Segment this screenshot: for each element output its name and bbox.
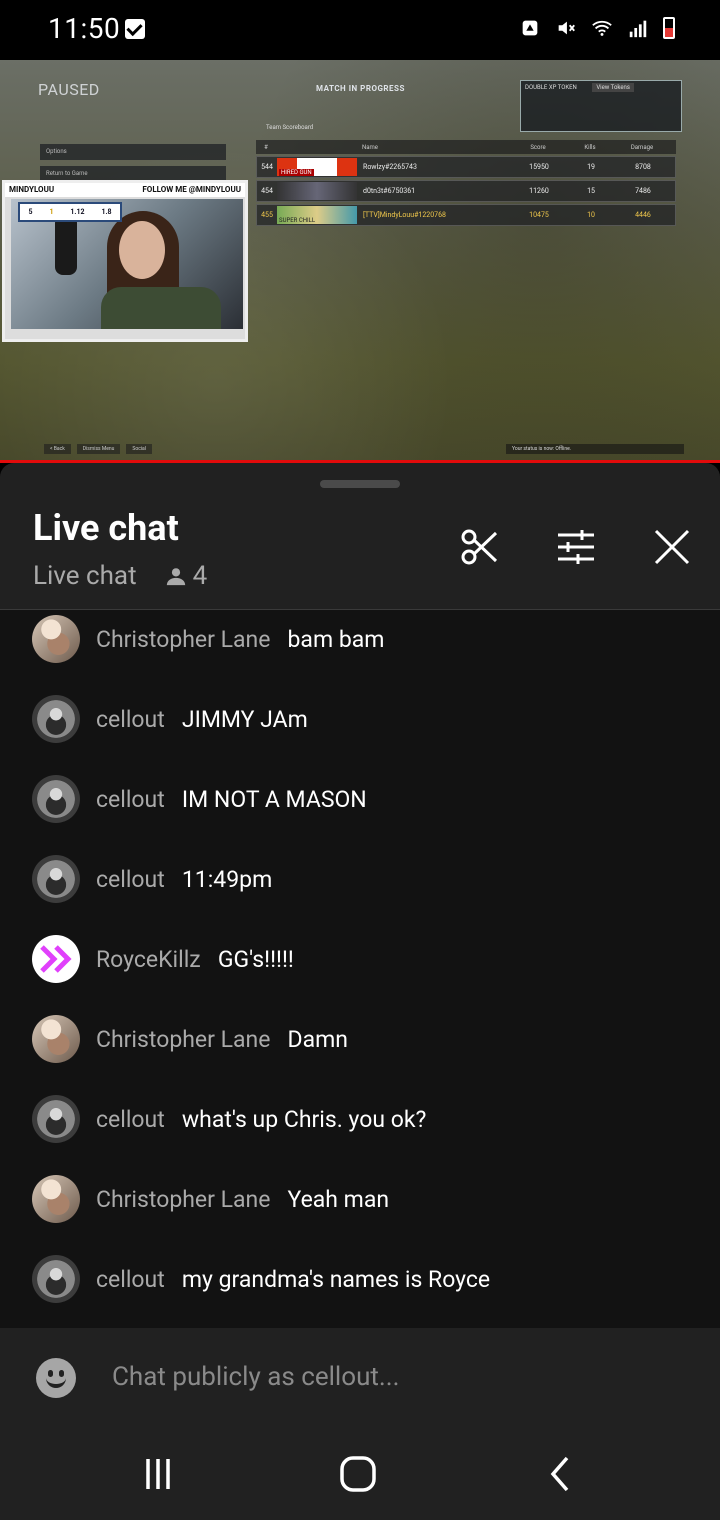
player-banner: SUPER CHILL <box>277 206 357 224</box>
chat-message[interactable]: cellout my grandma's names is Royce <box>0 1255 720 1303</box>
avatar[interactable] <box>32 935 80 983</box>
close-icon <box>654 529 690 565</box>
chat-input-bar: Chat publicly as cellout... <box>0 1328 720 1428</box>
chat-input[interactable]: Chat publicly as cellout... <box>112 1362 400 1392</box>
message-text: IM NOT A MASON <box>181 785 367 813</box>
message-text: GG's!!!!! <box>217 945 294 973</box>
offline-message: Your status is now: Offline. <box>506 444 684 454</box>
message-author[interactable]: cellout what's up Chris. you ok? <box>96 1106 426 1133</box>
paused-label: PAUSED <box>38 80 100 99</box>
viewer-count: 4 <box>192 561 208 591</box>
webcam-stats: 5 1 1.12 1.8 <box>18 202 122 222</box>
message-text: my grandma's names is Royce <box>181 1265 491 1293</box>
chat-message[interactable]: cellout what's up Chris. you ok? <box>0 1095 720 1143</box>
microphone-icon <box>55 215 77 275</box>
message-text: 11:49pm <box>181 865 273 893</box>
player-banner <box>277 182 357 200</box>
message-author[interactable]: RoyceKillz GG's!!!!! <box>96 946 294 973</box>
chat-message-list[interactable]: Christopher Lane bam bam cellout JIMMY J… <box>0 610 720 1328</box>
scissors-icon <box>461 529 498 565</box>
message-text: JIMMY JAm <box>181 705 308 733</box>
message-author[interactable]: cellout 11:49pm <box>96 866 272 893</box>
signal-icon <box>629 20 647 38</box>
game-bottom-menu: < Back Dismiss Menu Social <box>44 444 152 454</box>
chat-message[interactable]: cellout JIMMY JAm <box>0 695 720 743</box>
view-tokens-label: View Tokens <box>592 83 634 92</box>
scoreboard-row: 454 d0tn3t#6750361 11260 15 7486 <box>256 180 676 202</box>
person-icon <box>166 568 185 586</box>
chat-message[interactable]: RoyceKillz GG's!!!!! <box>0 935 720 983</box>
status-icons <box>519 17 675 39</box>
clip-button[interactable] <box>458 525 502 569</box>
avatar[interactable] <box>32 775 80 823</box>
video-player[interactable]: PAUSED MATCH IN PROGRESS DOUBLE XP TOKEN… <box>0 60 720 462</box>
avatar[interactable] <box>32 855 80 903</box>
back-icon <box>550 1456 569 1492</box>
message-text: Yeah man <box>287 1185 390 1213</box>
message-author[interactable]: cellout IM NOT A MASON <box>96 786 367 813</box>
avatar[interactable] <box>32 1255 80 1303</box>
message-text: what's up Chris. you ok? <box>181 1105 427 1133</box>
menu-options: Options <box>40 144 226 160</box>
drag-handle[interactable] <box>320 480 400 488</box>
chat-subtitle[interactable]: Live chat 4 <box>33 561 207 591</box>
webcam-name: MINDYLOUU <box>9 185 55 194</box>
back-button[interactable] <box>536 1454 584 1494</box>
recent-apps-button[interactable] <box>134 1454 182 1494</box>
chat-message[interactable]: Christopher Lane Yeah man <box>0 1175 720 1223</box>
home-icon <box>340 1456 376 1492</box>
chat-message[interactable]: cellout IM NOT A MASON <box>0 775 720 823</box>
match-label: MATCH IN PROGRESS <box>316 84 405 93</box>
scoreboard-row: 544 HIRED GUN Rowlzy#2265743 15950 19 87… <box>256 156 676 178</box>
avatar[interactable] <box>32 615 80 663</box>
emoji-button[interactable] <box>36 1358 76 1398</box>
chat-message[interactable]: cellout 11:49pm <box>0 855 720 903</box>
avatar[interactable] <box>32 1095 80 1143</box>
battery-icon <box>663 17 675 39</box>
team-scoreboard-label: Team Scoreboard <box>266 124 314 131</box>
chat-message[interactable]: Christopher Lane bam bam <box>0 615 720 663</box>
sliders-icon <box>558 530 594 564</box>
scoreboard: # Name Score Kills Damage 544 HIRED GUN … <box>256 140 676 226</box>
chat-mode-label[interactable]: Live chat <box>33 561 137 591</box>
home-button[interactable] <box>334 1454 382 1494</box>
message-author[interactable]: Christopher Lane Damn <box>96 1026 348 1053</box>
wifi-icon <box>592 20 612 36</box>
scoreboard-row: 455 SUPER CHILL [TTV]MindyLouu#1220768 1… <box>256 204 676 226</box>
chat-settings-button[interactable] <box>554 525 598 569</box>
chat-title: Live chat <box>33 507 179 549</box>
chat-message[interactable]: Christopher Lane Damn <box>0 1015 720 1063</box>
avatar[interactable] <box>32 695 80 743</box>
avatar[interactable] <box>32 1175 80 1223</box>
xp-token-box: DOUBLE XP TOKEN View Tokens <box>520 80 682 132</box>
chevrons-logo-icon <box>40 945 72 973</box>
status-time: 11:50 <box>48 12 121 45</box>
message-text: Damn <box>287 1025 348 1053</box>
recent-apps-icon <box>146 1459 170 1489</box>
message-author[interactable]: cellout JIMMY JAm <box>96 706 308 733</box>
message-author[interactable]: Christopher Lane bam bam <box>96 626 384 653</box>
webcam-follow: FOLLOW ME @MINDYLOUU <box>142 185 241 194</box>
system-nav-bar <box>0 1428 720 1520</box>
message-author[interactable]: Christopher Lane Yeah man <box>96 1186 389 1213</box>
live-chat-panel: Live chat Live chat 4 Christopher Lane b… <box>0 463 720 1520</box>
message-text: bam bam <box>287 625 385 653</box>
status-bar: 11:50 <box>0 0 720 60</box>
recycle-icon <box>522 20 538 36</box>
avatar[interactable] <box>32 1015 80 1063</box>
scoreboard-header: # Name Score Kills Damage <box>256 140 676 154</box>
xp-token-label: DOUBLE XP TOKEN <box>525 84 577 91</box>
checkbox-notification-icon <box>125 19 145 39</box>
message-author[interactable]: cellout my grandma's names is Royce <box>96 1266 490 1293</box>
player-banner: HIRED GUN <box>277 158 357 176</box>
close-button[interactable] <box>650 525 694 569</box>
mute-icon <box>558 21 575 35</box>
